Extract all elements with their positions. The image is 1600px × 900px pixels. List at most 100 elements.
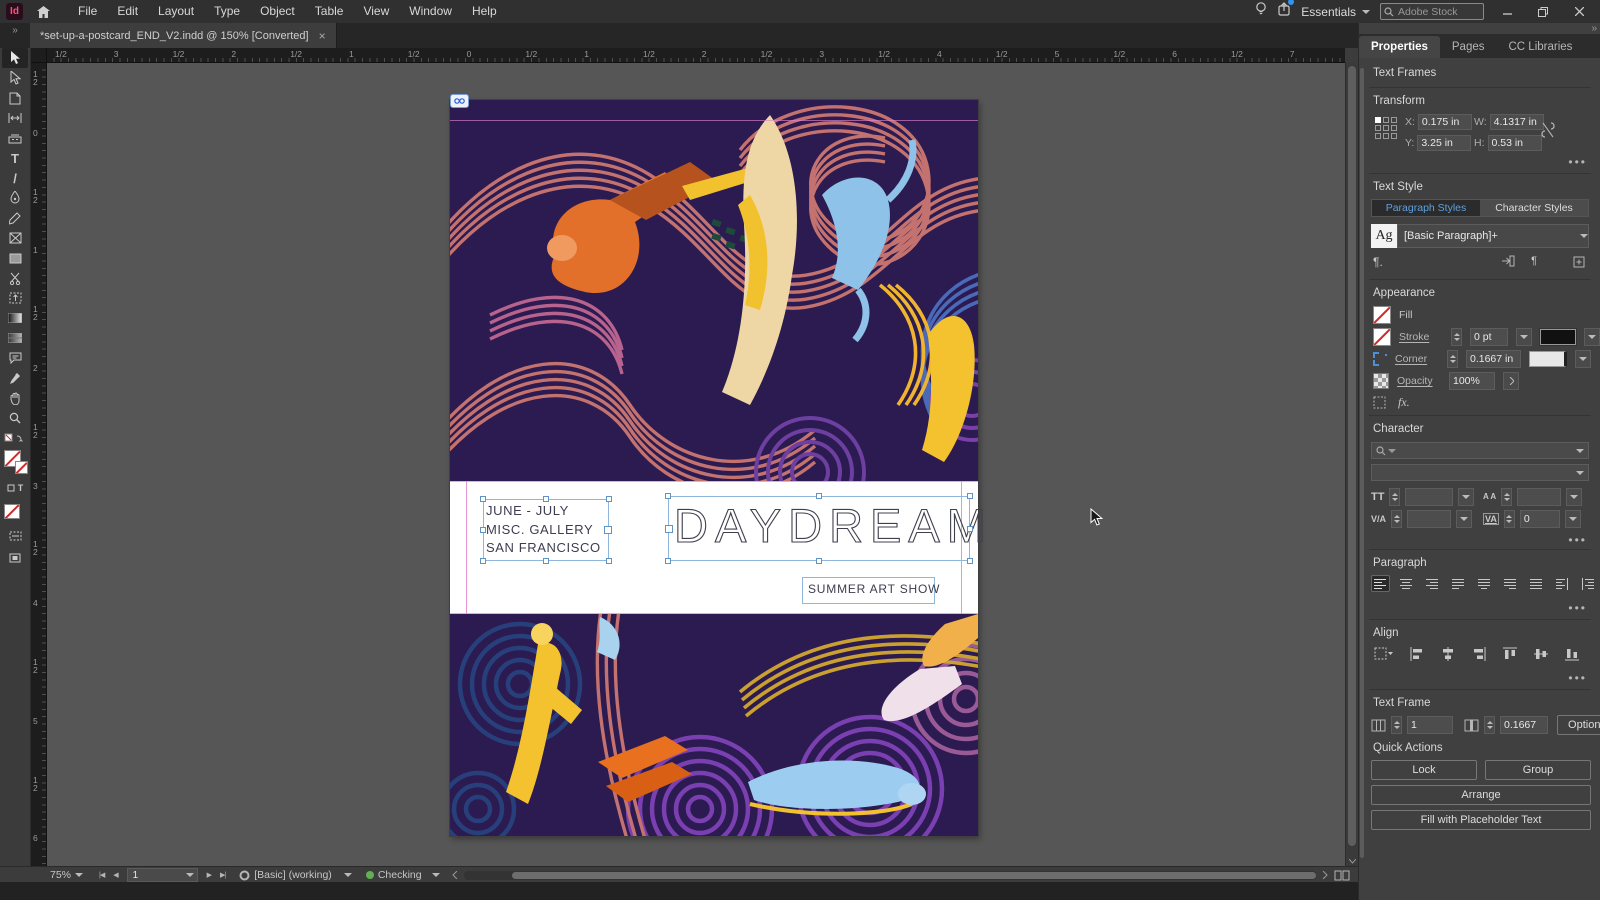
paragraph-styles-tab[interactable]: Paragraph Styles bbox=[1372, 200, 1480, 216]
tool-gradient-feather[interactable] bbox=[2, 328, 28, 348]
leading-stepper[interactable] bbox=[1501, 488, 1512, 506]
frame-handle[interactable] bbox=[543, 558, 549, 564]
horizontal-scrollbar[interactable] bbox=[463, 870, 1316, 880]
scrollbar-down-icon[interactable] bbox=[1349, 859, 1356, 864]
workspace-switcher[interactable]: Essentials bbox=[1301, 5, 1370, 19]
lock-button[interactable]: Lock bbox=[1371, 760, 1477, 780]
leading-dropdown[interactable] bbox=[1566, 488, 1582, 506]
gutter-stepper[interactable] bbox=[1484, 716, 1495, 734]
frame-handle[interactable] bbox=[816, 558, 822, 564]
cc-link-badge-icon[interactable] bbox=[450, 94, 469, 108]
opacity-expand-button[interactable] bbox=[1503, 372, 1519, 390]
menu-8[interactable]: Help bbox=[462, 0, 507, 23]
tool-pencil[interactable] bbox=[2, 208, 28, 228]
reference-point-grid[interactable] bbox=[1375, 117, 1397, 139]
tutorials-bulb-icon[interactable] bbox=[1255, 2, 1267, 21]
character-more-icon[interactable]: ••• bbox=[1568, 533, 1587, 547]
tool-gradient[interactable] bbox=[2, 308, 28, 328]
stroke-weight-dropdown[interactable] bbox=[1516, 328, 1532, 346]
search-input[interactable] bbox=[1396, 4, 1470, 19]
corner-shape-dropdown[interactable] bbox=[1575, 350, 1591, 368]
corner-shape-swatch[interactable] bbox=[1529, 351, 1567, 367]
ruler-origin-corner[interactable] bbox=[30, 48, 47, 63]
align-to-selector-icon[interactable] bbox=[1371, 645, 1395, 662]
fx-icon[interactable]: fx. bbox=[1398, 395, 1410, 410]
text-frame-options-button[interactable]: Options bbox=[1557, 715, 1600, 735]
redefine-style-icon[interactable] bbox=[1501, 255, 1515, 267]
tool-frame[interactable] bbox=[2, 228, 28, 248]
panel-overflow-icon[interactable]: » bbox=[1591, 23, 1597, 34]
tool-note[interactable] bbox=[2, 348, 28, 368]
tracking-field[interactable] bbox=[1519, 510, 1560, 528]
hscroll-thumb[interactable] bbox=[511, 871, 1316, 879]
align-more-icon[interactable]: ••• bbox=[1568, 671, 1587, 685]
tracking-dropdown[interactable] bbox=[1564, 510, 1581, 528]
stroke-style-swatch[interactable] bbox=[1539, 328, 1577, 346]
first-page-button[interactable]: |◀ bbox=[99, 871, 105, 879]
frame-in-port[interactable] bbox=[665, 524, 673, 533]
font-size-dropdown[interactable] bbox=[1458, 488, 1475, 506]
tool-rectangle[interactable] bbox=[2, 248, 28, 268]
opacity-field[interactable] bbox=[1449, 372, 1495, 390]
frame-handle[interactable] bbox=[606, 558, 612, 564]
align-left-icon[interactable] bbox=[1371, 575, 1390, 592]
menu-7[interactable]: Window bbox=[399, 0, 462, 23]
scroll-left-icon[interactable] bbox=[451, 871, 458, 879]
stock-search[interactable] bbox=[1380, 3, 1484, 20]
indesign-logo-icon[interactable]: Id bbox=[6, 3, 23, 20]
corner-radius-stepper[interactable] bbox=[1447, 350, 1458, 368]
align-objects-bottom-icon[interactable] bbox=[1562, 645, 1581, 662]
align-objects-left-icon[interactable] bbox=[1407, 645, 1426, 662]
align-away-spine-icon[interactable] bbox=[1579, 575, 1598, 592]
fill-placeholder-button[interactable]: Fill with Placeholder Text bbox=[1371, 810, 1591, 830]
font-style-dropdown[interactable] bbox=[1371, 464, 1589, 481]
schedule-text-frame[interactable]: JUNE - JULY MISC. GALLERY SAN FRANCISCO bbox=[480, 496, 612, 564]
font-size-stepper[interactable] bbox=[1389, 488, 1401, 506]
fill-swatch[interactable] bbox=[4, 450, 28, 474]
tool-line[interactable]: / bbox=[2, 168, 28, 188]
tool-direct-selection[interactable] bbox=[2, 68, 28, 88]
frame-handle[interactable] bbox=[967, 525, 973, 532]
justify-right-icon[interactable] bbox=[1501, 575, 1520, 592]
stroke-weight-stepper[interactable] bbox=[1451, 328, 1462, 346]
menu-1[interactable]: Edit bbox=[107, 0, 148, 23]
tool-hand[interactable] bbox=[2, 388, 28, 408]
tool-scissors[interactable] bbox=[2, 268, 28, 288]
frame-handle[interactable] bbox=[480, 558, 486, 564]
transform-x-field[interactable] bbox=[1417, 114, 1472, 130]
paragraph-more-icon[interactable]: ••• bbox=[1568, 601, 1587, 615]
frame-handle[interactable] bbox=[816, 493, 822, 499]
scroll-right-icon[interactable] bbox=[1322, 871, 1328, 879]
group-button[interactable]: Group bbox=[1485, 760, 1591, 780]
minimize-button[interactable] bbox=[1494, 3, 1520, 21]
frame-handle[interactable] bbox=[480, 527, 486, 533]
align-right-icon[interactable] bbox=[1423, 575, 1442, 592]
restore-button[interactable] bbox=[1530, 3, 1556, 21]
stroke-weight-field[interactable] bbox=[1470, 328, 1508, 346]
menu-4[interactable]: Object bbox=[250, 0, 305, 23]
frame-out-port[interactable] bbox=[604, 526, 612, 534]
tool-eyedropper[interactable] bbox=[2, 368, 28, 388]
kerning-dropdown[interactable] bbox=[1456, 510, 1473, 528]
tab-pages[interactable]: Pages bbox=[1440, 36, 1497, 58]
postcard-page[interactable]: JUNE - JULY MISC. GALLERY SAN FRANCISCO … bbox=[450, 94, 986, 836]
paragraph-style-dropdown[interactable]: [Basic Paragraph]+ bbox=[1397, 224, 1589, 248]
align-objects-vcenter-icon[interactable] bbox=[1531, 645, 1550, 662]
columns-stepper[interactable] bbox=[1391, 716, 1402, 734]
menu-2[interactable]: Layout bbox=[148, 0, 204, 23]
preflight-menu[interactable]: [Basic] (working) bbox=[239, 869, 352, 881]
last-page-button[interactable]: ▶| bbox=[220, 871, 226, 879]
align-objects-right-icon[interactable] bbox=[1469, 645, 1488, 662]
frame-handle[interactable] bbox=[665, 558, 671, 564]
transform-y-field[interactable] bbox=[1417, 135, 1472, 151]
swap-fill-stroke-icon[interactable] bbox=[4, 432, 26, 444]
gutter-field[interactable] bbox=[1500, 716, 1548, 734]
tab-close-icon[interactable]: × bbox=[319, 29, 326, 43]
tool-type[interactable]: T bbox=[2, 148, 28, 168]
dock-overflow-icon[interactable]: » bbox=[0, 23, 30, 48]
document-tab[interactable]: *set-up-a-postcard_END_V2.indd @ 150% [C… bbox=[30, 23, 337, 48]
justify-center-icon[interactable] bbox=[1475, 575, 1494, 592]
menu-0[interactable]: File bbox=[68, 0, 107, 23]
menu-6[interactable]: View bbox=[353, 0, 399, 23]
tab-cc-libraries[interactable]: CC Libraries bbox=[1497, 36, 1585, 58]
